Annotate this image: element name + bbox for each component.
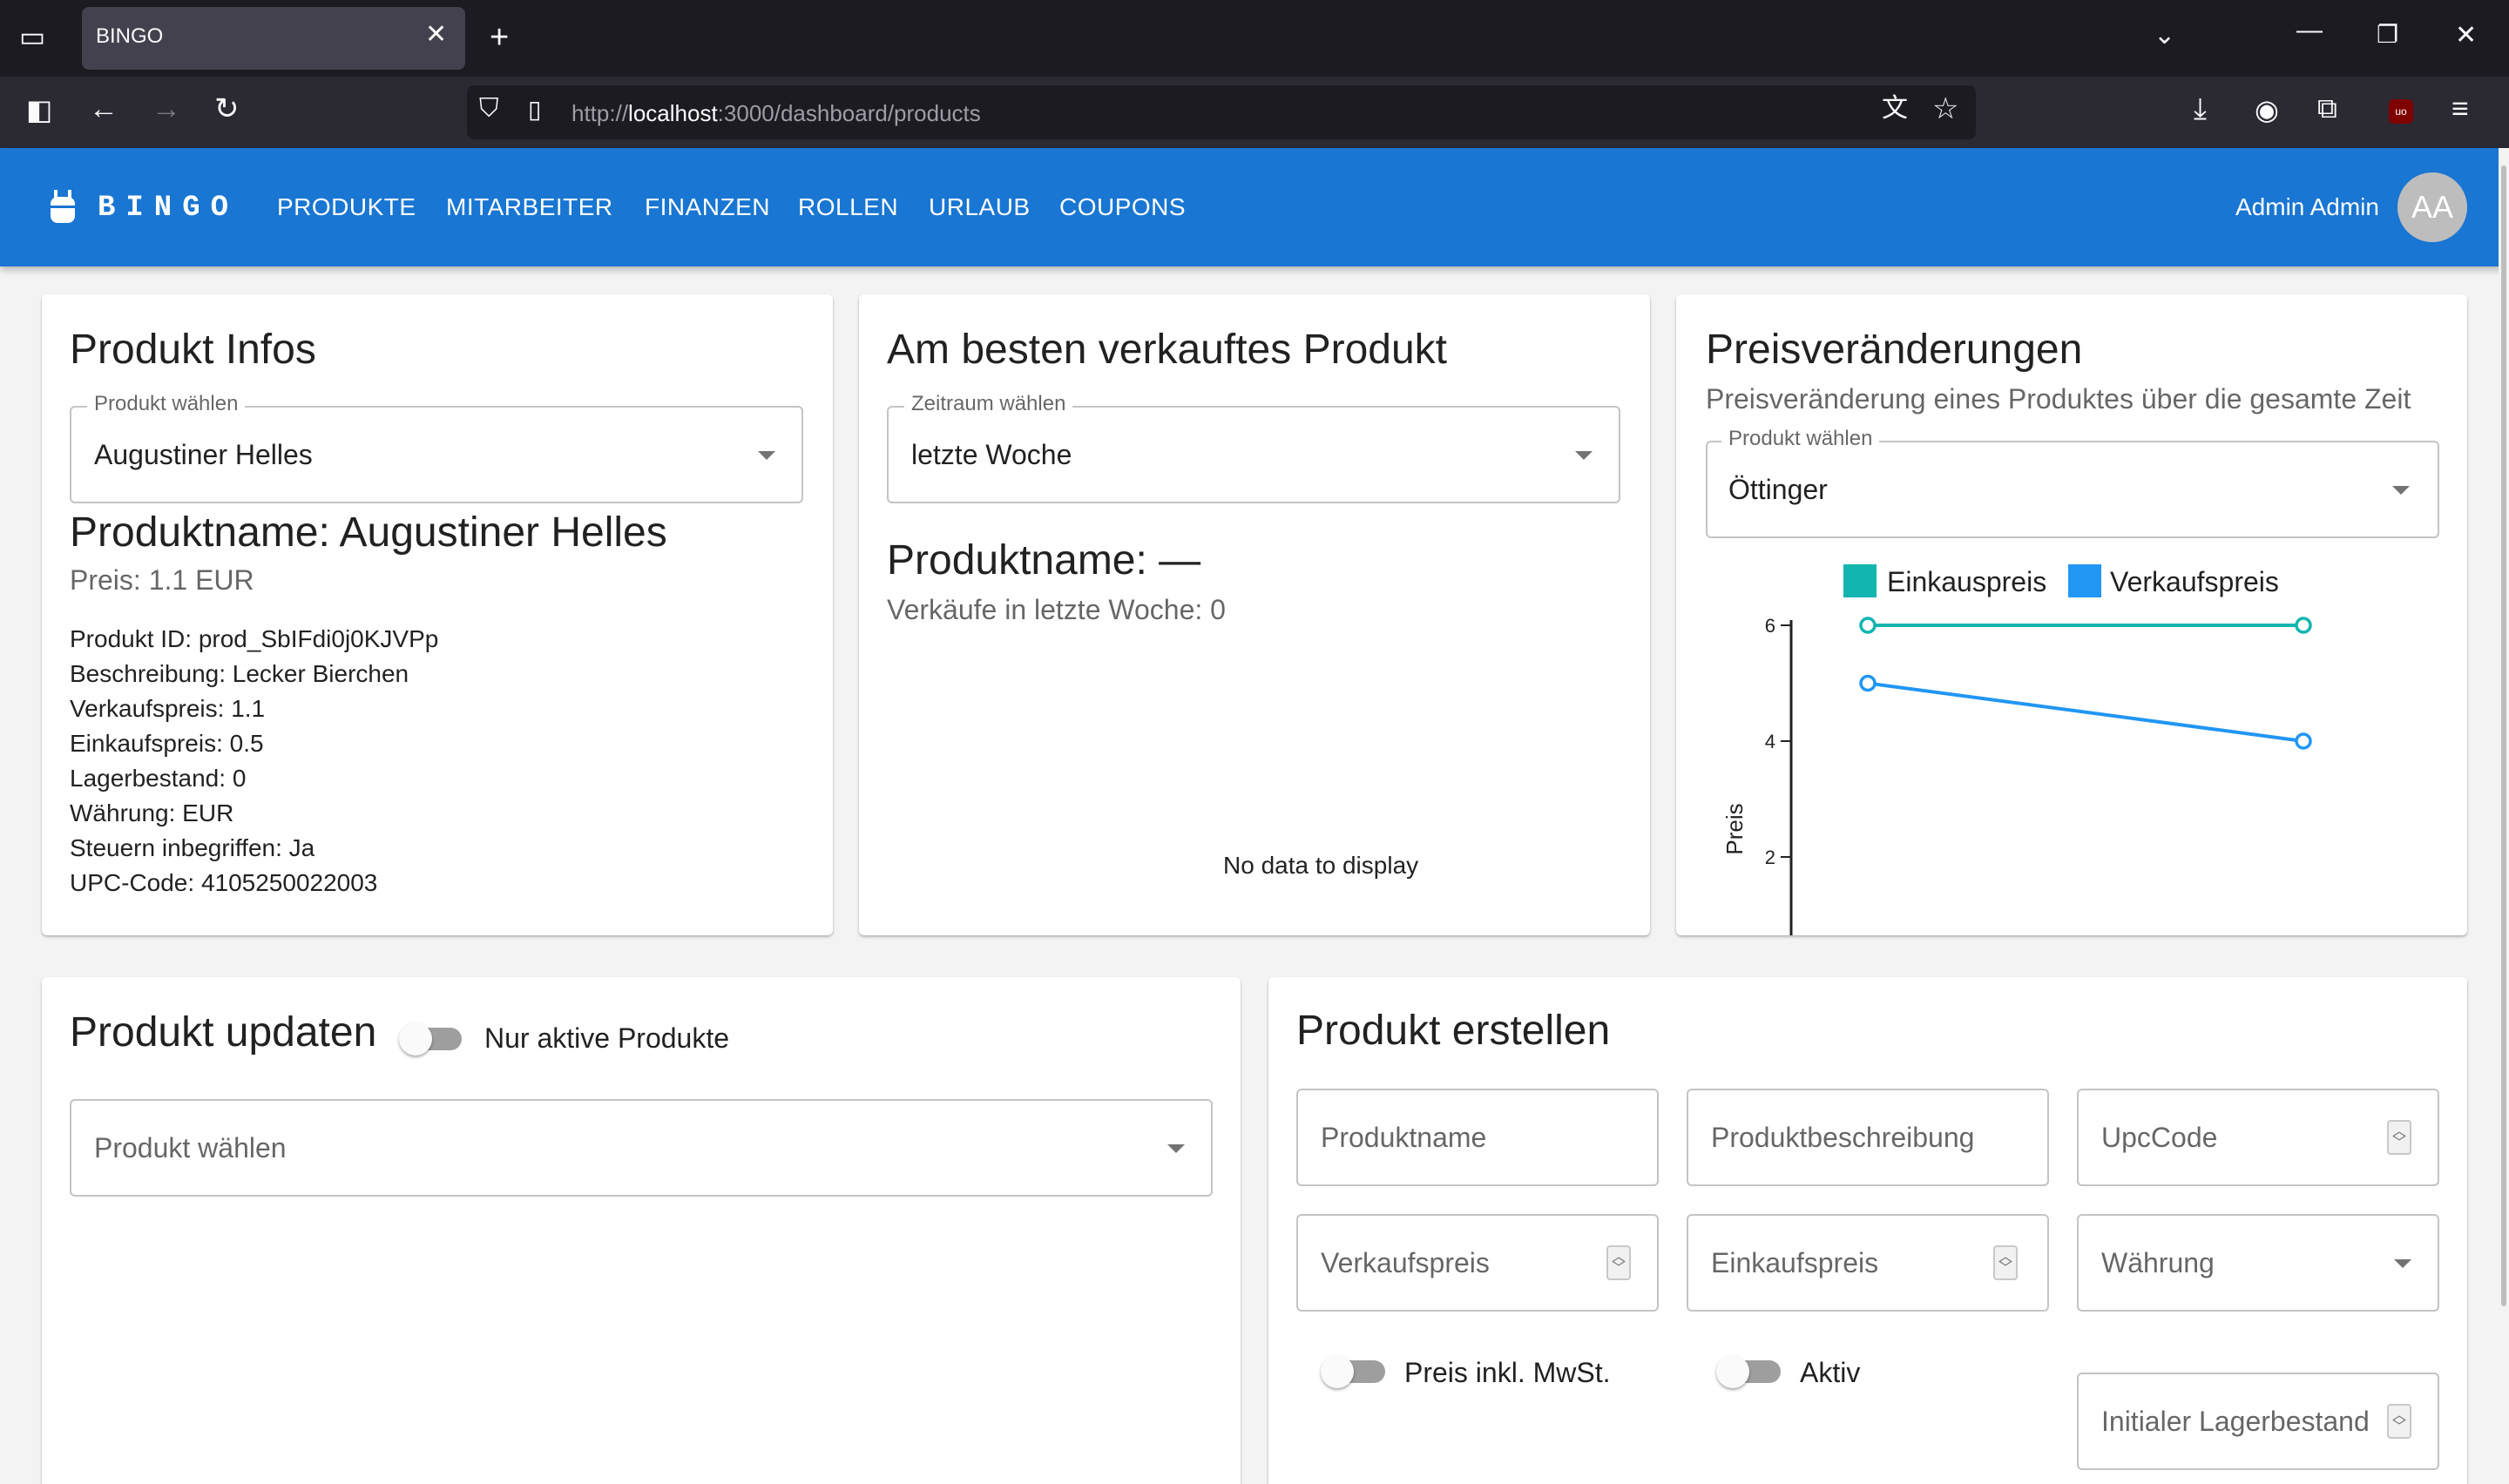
detail-verkaufspreis: Verkaufspreis: 1.1 — [70, 695, 266, 722]
lagerbestand-stepper[interactable]: ︿ ﹀ — [2387, 1404, 2411, 1439]
account-icon[interactable]: ◉ — [2255, 96, 2279, 124]
produkt-select-value: Augustiner Helles — [94, 439, 313, 470]
restore-icon[interactable]: ❐ — [2377, 23, 2398, 47]
user-name[interactable]: Admin Admin — [2235, 193, 2379, 221]
detail-lagerbestand: Lagerbestand: 0 — [70, 765, 247, 792]
price-line: Preis: 1.1 EUR — [70, 564, 254, 596]
y-ticks: 2 4 6 — [1765, 615, 1791, 868]
produktname-heading: Produktname: Augustiner Helles — [70, 509, 667, 556]
update-produkt-placeholder: Produkt wählen — [94, 1132, 287, 1164]
preis-inkl-mwst-switch-thumb[interactable] — [1321, 1355, 1354, 1388]
forward-icon[interactable]: → — [152, 94, 181, 124]
translate-icon[interactable]: 文 — [1882, 96, 1908, 122]
minimize-icon[interactable]: — — [2296, 17, 2323, 44]
tab-title: BINGO — [96, 24, 164, 48]
nav-produkte[interactable]: PRODUKTE — [277, 193, 416, 221]
nav-coupons[interactable]: COUPONS — [1059, 193, 1186, 221]
robot-logo-icon — [51, 190, 75, 223]
dropdown-arrow-icon[interactable] — [2392, 486, 2410, 495]
ublock-icon[interactable]: uo — [2389, 99, 2413, 124]
data-point-1-1 — [2295, 732, 2312, 750]
aktiv-switch-thumb[interactable] — [1716, 1355, 1749, 1388]
brand-name[interactable]: BINGO — [98, 192, 239, 225]
nav-urlaub[interactable]: URLAUB — [929, 193, 1031, 221]
star-icon[interactable]: ☆ — [1932, 94, 1958, 124]
verkaufspreis-placeholder: Verkaufspreis — [1321, 1247, 1490, 1278]
nav-rollen[interactable]: ROLLEN — [798, 193, 898, 221]
series-lines — [1859, 617, 2312, 750]
produkt-updaten-title: Produkt updaten — [70, 1009, 377, 1056]
aktiv-label: Aktiv — [1800, 1357, 1861, 1388]
avatar[interactable]: AA — [2397, 172, 2467, 242]
detail-produkt-id: Produkt ID: prod_SbIFdi0j0KJVPp — [70, 625, 439, 652]
einkaufspreis-placeholder: Einkaufspreis — [1711, 1247, 1879, 1278]
zeitraum-select-value: letzte Woche — [911, 439, 1072, 470]
waehrung-placeholder: Währung — [2101, 1247, 2215, 1278]
sales-line: Verkäufe in letzte Woche: 0 — [887, 594, 1226, 625]
produktbeschreibung-placeholder: Produktbeschreibung — [1711, 1122, 1975, 1153]
price-product-select-value: Öttinger — [1728, 474, 1828, 505]
detail-waehrung: Währung: EUR — [70, 799, 234, 826]
page-scrollbar-thumb[interactable] — [2501, 165, 2506, 1306]
data-point-0-1 — [2295, 617, 2312, 634]
produkt-infos-title: Produkt Infos — [70, 327, 316, 373]
upccode-placeholder: UpcCode — [2101, 1122, 2218, 1153]
download-icon[interactable]: ⤓ — [2194, 94, 2207, 124]
einkaufspreis-stepper[interactable]: ︿ ﹀ — [1993, 1245, 2018, 1280]
url-text[interactable]: http://localhost:3000/dashboard/products — [571, 100, 981, 127]
y-axis-label: Preis — [1721, 803, 1748, 854]
page-icon[interactable]: ▯ — [528, 98, 541, 122]
series-line-1 — [1867, 681, 2304, 743]
sidebar-icon[interactable]: ◧ — [26, 96, 52, 124]
y-tick-label: 6 — [1765, 615, 1775, 637]
initialer-lagerbestand-placeholder: Initialer Lagerbestand — [2101, 1406, 2370, 1437]
data-point-0-0 — [1859, 617, 1877, 634]
produkt-erstellen-title: Produkt erstellen — [1296, 1008, 1611, 1054]
price-product-select-label: Produkt wählen — [1721, 427, 1880, 451]
best-seller-produktname: Produktname: — — [887, 537, 1201, 583]
price-changes-subtitle: Preisveränderung eines Produktes über di… — [1706, 383, 2411, 415]
y-tick-label: 2 — [1765, 847, 1775, 868]
dropdown-arrow-icon[interactable] — [758, 451, 775, 460]
nur-aktive-switch-thumb[interactable] — [399, 1022, 432, 1056]
best-seller-title: Am besten verkauftes Produkt — [887, 327, 1447, 373]
data-point-1-0 — [1859, 674, 1877, 692]
detail-einkaufspreis: Einkaufspreis: 0.5 — [70, 730, 264, 757]
window-close-icon[interactable]: ✕ — [2455, 23, 2477, 49]
preis-inkl-mwst-label: Preis inkl. MwSt. — [1404, 1357, 1611, 1388]
empty-chart-message: No data to display — [1223, 852, 1419, 879]
reload-icon[interactable]: ↻ — [214, 94, 240, 124]
dropdown-arrow-icon[interactable] — [2394, 1259, 2411, 1268]
upccode-stepper[interactable]: ︿ ﹀ — [2387, 1120, 2411, 1155]
verkaufspreis-stepper[interactable]: ︿ ﹀ — [1606, 1245, 1631, 1280]
chevron-down-icon[interactable]: ⌄ — [2154, 23, 2175, 49]
menu-icon[interactable]: ≡ — [2452, 94, 2469, 124]
price-chart: Preis 2 4 6 — [1721, 615, 2312, 935]
new-tab-icon[interactable]: + — [490, 21, 509, 54]
produkt-select-label: Produkt wählen — [87, 392, 246, 416]
back-icon[interactable]: ← — [89, 94, 118, 124]
close-icon[interactable]: ✕ — [425, 19, 447, 50]
nav-mitarbeiter[interactable]: MITARBEITER — [446, 193, 613, 221]
detail-upc-code: UPC-Code: 4105250022003 — [70, 869, 378, 896]
y-tick-label: 4 — [1765, 731, 1775, 752]
extensions-icon[interactable]: ⧉ — [2317, 94, 2337, 122]
shield-icon[interactable]: ⛉ — [479, 96, 499, 122]
nav-finanzen[interactable]: FINANZEN — [645, 193, 770, 221]
detail-beschreibung: Beschreibung: Lecker Bierchen — [70, 660, 409, 687]
dropdown-arrow-icon[interactable] — [1167, 1144, 1185, 1153]
nur-aktive-label: Nur aktive Produkte — [484, 1022, 730, 1054]
zeitraum-select-label: Zeitraum wählen — [904, 392, 1073, 416]
detail-steuern: Steuern inbegriffen: Ja — [70, 834, 315, 861]
tab-overview-icon[interactable]: ▭ — [19, 23, 45, 51]
produktname-placeholder: Produktname — [1321, 1122, 1487, 1153]
dropdown-arrow-icon[interactable] — [1575, 451, 1593, 460]
price-changes-title: Preisveränderungen — [1706, 327, 2083, 373]
